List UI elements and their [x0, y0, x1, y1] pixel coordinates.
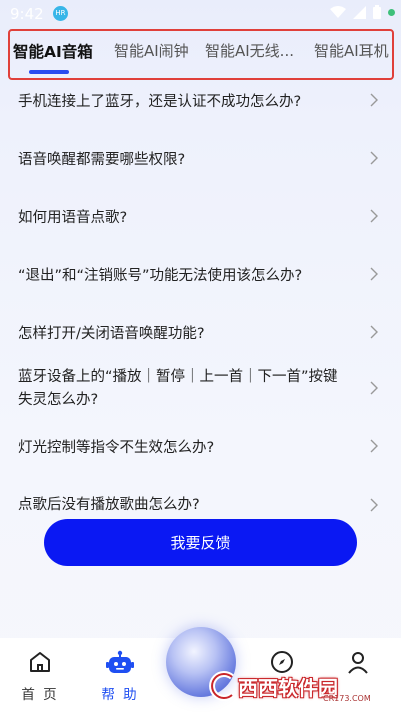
watermark-c-icon: [209, 671, 234, 701]
status-time: 9:42: [10, 5, 44, 23]
robot-icon: [106, 650, 134, 673]
chevron-right-icon: [370, 267, 378, 281]
chevron-right-icon: [370, 439, 378, 453]
status-indicators: [330, 5, 395, 19]
wifi-icon: [330, 5, 346, 18]
tab-ai-speaker[interactable]: 智能AI音箱: [13, 40, 93, 62]
faq-question: 手机连接上了蓝牙，还是认证不成功怎么办?: [18, 94, 302, 110]
tab-ai-alarm-clock[interactable]: 智能AI闹钟: [114, 40, 189, 61]
status-dot-icon: [388, 8, 395, 16]
feedback-button[interactable]: 我要反馈: [44, 519, 357, 566]
faq-item[interactable]: 怎样打开/关闭语音唤醒功能?: [0, 312, 401, 370]
faq-question: “退出”和“注销账号”功能无法使用该怎么办?: [18, 268, 303, 284]
faq-item[interactable]: 语音唤醒都需要哪些权限?: [0, 138, 401, 196]
watermark-url: CR173.COM: [323, 694, 371, 703]
faq-question: 点歌后没有播放歌曲怎么办?: [18, 497, 200, 513]
faq-question: 如何用语音点歌?: [18, 210, 128, 226]
chevron-right-icon: [370, 151, 378, 165]
faq-item[interactable]: 手机连接上了蓝牙，还是认证不成功怎么办?: [0, 80, 401, 138]
tab-ai-wireless[interactable]: 智能AI无线...: [205, 40, 294, 61]
faq-item[interactable]: “退出”和“注销账号”功能无法使用该怎么办?: [0, 254, 401, 312]
home-icon: [30, 652, 50, 672]
signal-icon: [353, 5, 366, 19]
nav-help[interactable]: 帮 助: [90, 638, 150, 713]
status-bar: 9:42 HR: [0, 0, 401, 28]
chevron-right-icon: [370, 381, 378, 395]
watermark-logo: 西西软件园 CR173.COM: [208, 668, 394, 706]
faq-question: 灯光控制等指令不生效怎么办?: [18, 440, 215, 456]
faq-question: 语音唤醒都需要哪些权限?: [18, 152, 186, 168]
faq-question: 蓝牙设备上的“播放｜暂停｜上一首｜下一首”按键失灵怎么办?: [18, 369, 338, 408]
faq-question: 怎样打开/关闭语音唤醒功能?: [18, 326, 205, 342]
tab-active-indicator: [29, 70, 69, 74]
chevron-right-icon: [370, 93, 378, 107]
faq-item[interactable]: 如何用语音点歌?: [0, 196, 401, 254]
chevron-right-icon: [370, 209, 378, 223]
chevron-right-icon: [370, 325, 378, 339]
nav-help-label: 帮 助: [101, 687, 139, 703]
tab-ai-earphones[interactable]: 智能AI耳机: [314, 40, 389, 61]
nav-home-label: 首 页: [21, 687, 59, 703]
nav-home[interactable]: 首 页: [10, 638, 70, 713]
chevron-right-icon: [370, 498, 378, 512]
battery-icon: [373, 5, 381, 19]
faq-item[interactable]: 蓝牙设备上的“播放｜暂停｜上一首｜下一首”按键失灵怎么办?: [0, 366, 401, 426]
notification-app-icon: HR: [53, 6, 68, 21]
faq-item[interactable]: 灯光控制等指令不生效怎么办?: [0, 436, 401, 494]
